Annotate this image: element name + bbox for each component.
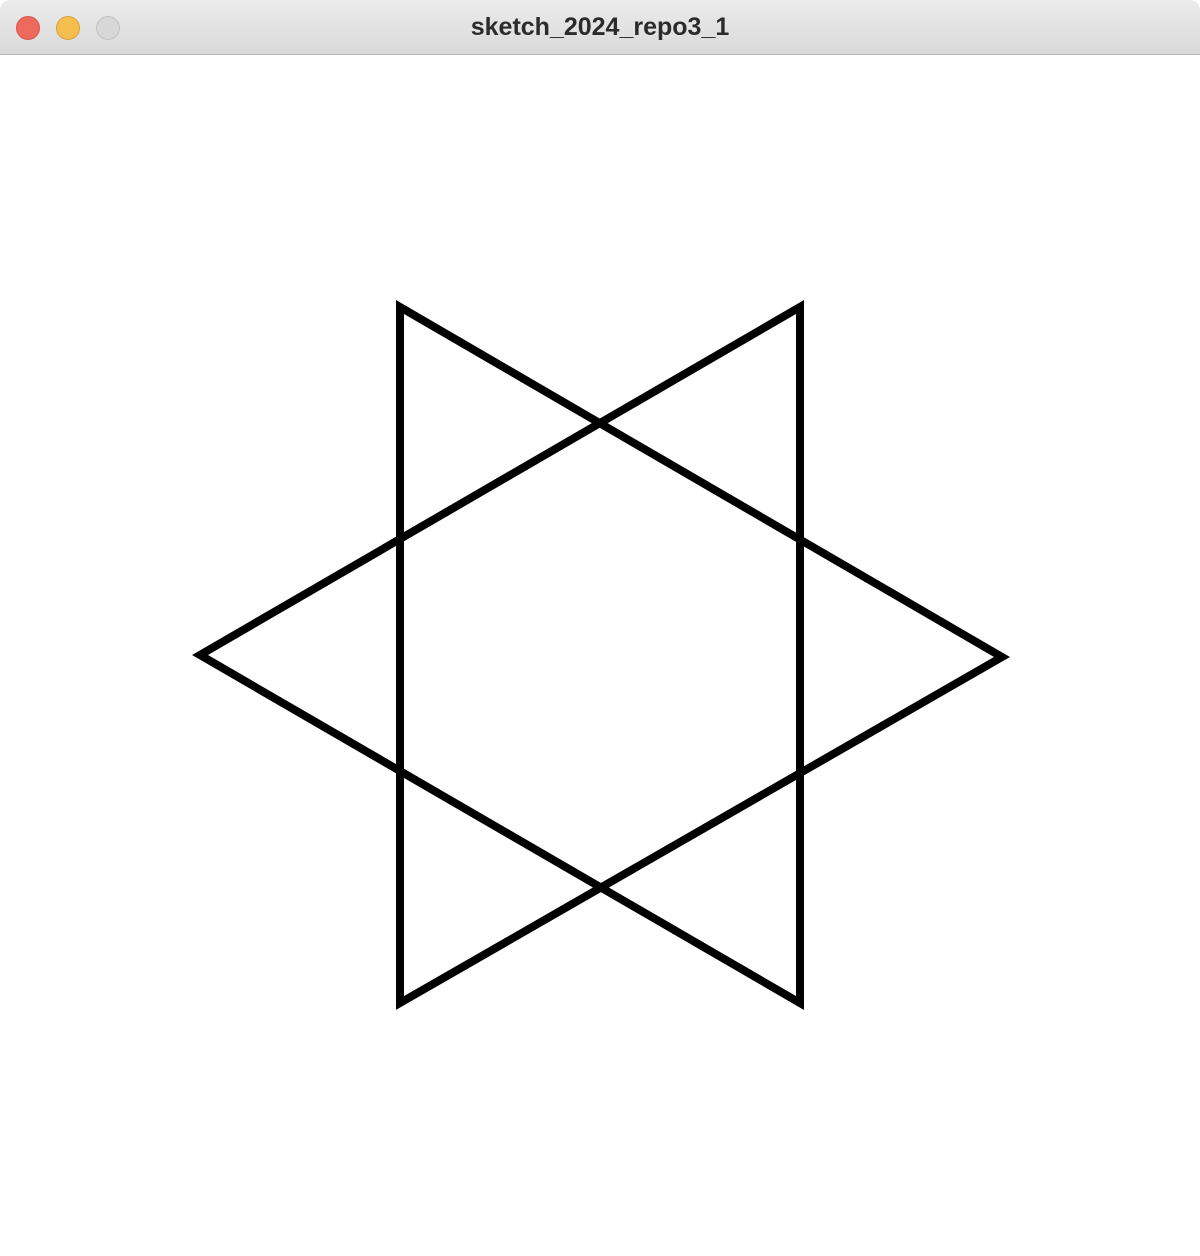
app-window: sketch_2024_repo3_1 [0,0,1200,1256]
sketch-drawing [192,300,1010,1010]
title-bar[interactable]: sketch_2024_repo3_1 [0,0,1200,55]
window-title: sketch_2024_repo3_1 [470,13,730,41]
sketch-canvas[interactable] [0,55,1200,1256]
